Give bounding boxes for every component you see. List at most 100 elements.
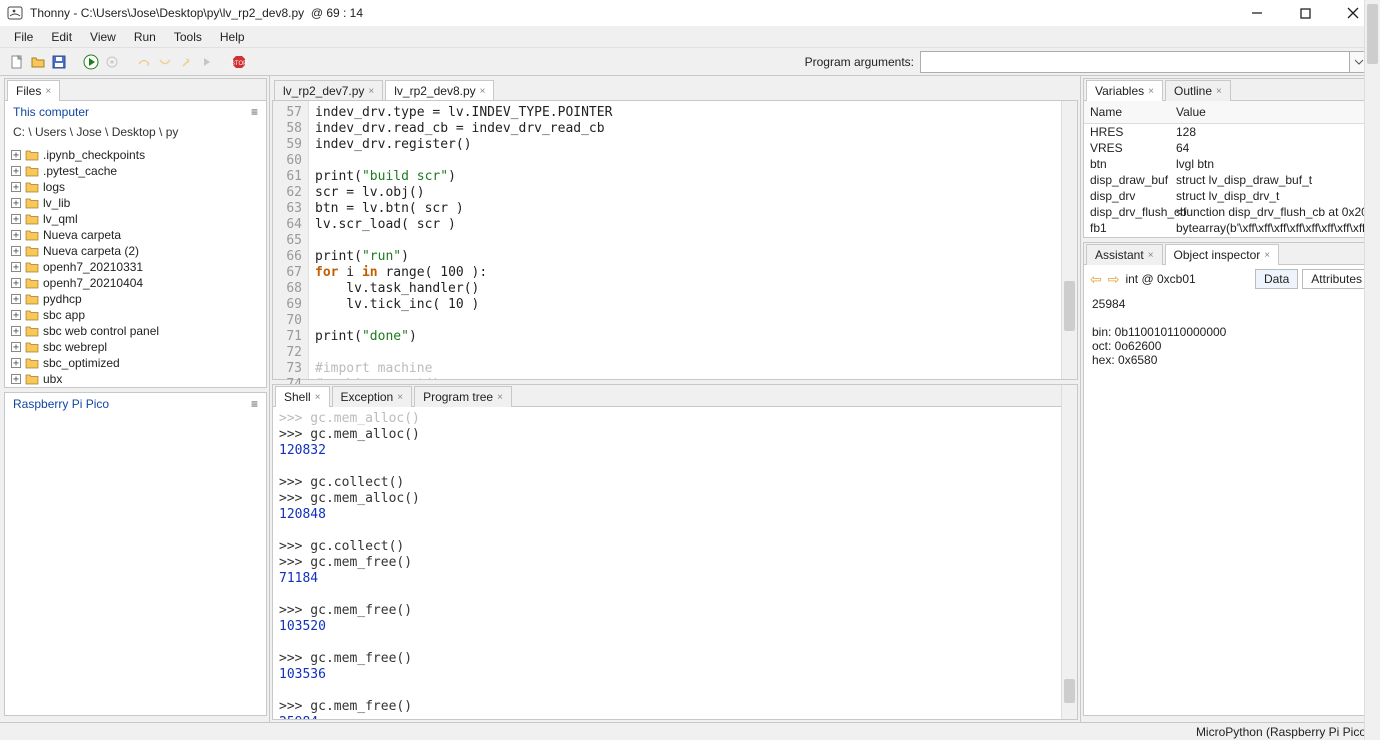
run-icon[interactable]	[82, 53, 100, 71]
menu-tools[interactable]: Tools	[166, 28, 210, 46]
shell-scrollbar[interactable]	[1061, 385, 1077, 719]
nav-back-icon[interactable]: ⇦	[1090, 271, 1102, 288]
shell-textarea[interactable]: >>> gc.mem_alloc()>>> gc.mem_alloc()1208…	[273, 407, 1077, 719]
close-icon[interactable]: ×	[397, 392, 403, 403]
maximize-button[interactable]	[1292, 4, 1318, 22]
tree-item[interactable]: +Nueva carpeta (2)	[11, 243, 262, 259]
tree-item[interactable]: +sbc_optimized	[11, 355, 262, 371]
editor-textarea[interactable]: indev_drv.type = lv.INDEV_TYPE.POINTERin…	[309, 101, 1077, 379]
right-tab[interactable]: Object inspector×	[1165, 244, 1280, 265]
variable-row[interactable]: btnlvgl btn	[1084, 156, 1377, 172]
inspector-subtab[interactable]: Attributes	[1302, 269, 1371, 289]
expand-icon[interactable]: +	[11, 230, 21, 240]
backend-label[interactable]: MicroPython (Raspberry Pi Pico)	[1196, 725, 1370, 739]
shell-tab[interactable]: Shell×	[275, 386, 330, 407]
step-over-icon[interactable]	[135, 53, 153, 71]
hamburger-icon[interactable]: ≡	[251, 105, 258, 119]
files-location-header[interactable]: This computer	[13, 105, 89, 119]
tree-item[interactable]: +.pytest_cache	[11, 163, 262, 179]
editor-scrollbar[interactable]	[1061, 101, 1077, 379]
expand-icon[interactable]: +	[11, 198, 21, 208]
close-icon[interactable]: ×	[45, 86, 51, 97]
close-icon[interactable]: ×	[1148, 250, 1154, 261]
variable-row[interactable]: VRES64	[1084, 140, 1377, 156]
editor-tab[interactable]: lv_rp2_dev8.py×	[385, 80, 494, 101]
expand-icon[interactable]: +	[11, 326, 21, 336]
variables-col-value[interactable]: Value	[1170, 101, 1377, 123]
tab-files[interactable]: Files×	[7, 80, 60, 101]
expand-icon[interactable]: +	[11, 246, 21, 256]
nav-forward-icon[interactable]: ⇨	[1108, 271, 1120, 288]
expand-icon[interactable]: +	[11, 278, 21, 288]
resume-icon[interactable]	[198, 53, 216, 71]
menu-run[interactable]: Run	[126, 28, 164, 46]
close-icon[interactable]: ×	[1216, 86, 1222, 97]
variable-row[interactable]: HRES128	[1084, 124, 1377, 140]
expand-icon[interactable]: +	[11, 294, 21, 304]
close-icon[interactable]: ×	[315, 392, 321, 403]
tree-item[interactable]: + Nueva carpeta	[11, 227, 262, 243]
hamburger-icon[interactable]: ≡	[251, 397, 258, 411]
variables-col-name[interactable]: Name	[1084, 101, 1170, 123]
expand-icon[interactable]: +	[11, 310, 21, 320]
device-label[interactable]: Raspberry Pi Pico	[13, 397, 109, 411]
menu-view[interactable]: View	[82, 28, 124, 46]
open-file-icon[interactable]	[29, 53, 47, 71]
tree-item[interactable]: +logs	[11, 179, 262, 195]
variable-row[interactable]: disp_drvstruct lv_disp_drv_t	[1084, 188, 1377, 204]
shell-tab[interactable]: Program tree×	[414, 386, 512, 407]
folder-icon	[25, 149, 39, 161]
editor-tab[interactable]: lv_rp2_dev7.py×	[274, 80, 383, 101]
variable-row[interactable]: fb1bytearray(b'\xff\xff\xff\xff\xff\xff\…	[1084, 220, 1377, 236]
tree-item[interactable]: +.ipynb_checkpoints	[11, 147, 262, 163]
stop-icon[interactable]: STOP	[230, 53, 248, 71]
tree-item[interactable]: +openh7_20210404	[11, 275, 262, 291]
menu-help[interactable]: Help	[212, 28, 253, 46]
step-into-icon[interactable]	[156, 53, 174, 71]
tree-item-label: Nueva carpeta	[43, 228, 121, 242]
variable-row[interactable]: disp_draw_bufstruct lv_disp_draw_buf_t	[1084, 172, 1377, 188]
step-out-icon[interactable]	[177, 53, 195, 71]
close-button[interactable]	[1340, 4, 1366, 22]
program-args-input[interactable]	[920, 51, 1350, 73]
status-bar: MicroPython (Raspberry Pi Pico)	[0, 722, 1380, 740]
menu-edit[interactable]: Edit	[43, 28, 80, 46]
right-tab[interactable]: Variables×	[1086, 80, 1163, 101]
menu-file[interactable]: File	[6, 28, 41, 46]
debug-icon[interactable]	[103, 53, 121, 71]
tree-item[interactable]: +pydhcp	[11, 291, 262, 307]
tree-item[interactable]: +ubx	[11, 371, 262, 387]
code-editor[interactable]: 575859606162636465666768697071727374 ind…	[272, 100, 1078, 380]
files-panel: Files× This computer ≡ C: \ Users \ Jose…	[4, 78, 267, 388]
close-icon[interactable]: ×	[1264, 250, 1270, 261]
close-icon[interactable]: ×	[497, 392, 503, 403]
save-icon[interactable]	[50, 53, 68, 71]
minimize-button[interactable]	[1244, 4, 1270, 22]
right-tab[interactable]: Assistant×	[1086, 244, 1163, 265]
close-icon[interactable]: ×	[1148, 86, 1154, 97]
expand-icon[interactable]: +	[11, 358, 21, 368]
expand-icon[interactable]: +	[11, 214, 21, 224]
files-breadcrumb[interactable]: C: \ Users \ Jose \ Desktop \ py	[5, 123, 266, 145]
app-logo-icon	[6, 4, 24, 22]
expand-icon[interactable]: +	[11, 166, 21, 176]
expand-icon[interactable]: +	[11, 182, 21, 192]
close-icon[interactable]: ×	[480, 86, 486, 97]
tree-item[interactable]: +lv_qml	[11, 211, 262, 227]
tree-item[interactable]: +sbc app	[11, 307, 262, 323]
inspector-subtab[interactable]: Data	[1255, 269, 1298, 289]
shell-tab[interactable]: Exception×	[332, 386, 413, 407]
tree-item[interactable]: +lv_lib	[11, 195, 262, 211]
new-file-icon[interactable]	[8, 53, 26, 71]
expand-icon[interactable]: +	[11, 374, 21, 384]
variable-row[interactable]: disp_drv_flush_cb<function disp_drv_flus…	[1084, 204, 1377, 220]
right-tab[interactable]: Outline×	[1165, 80, 1231, 101]
close-icon[interactable]: ×	[368, 86, 374, 97]
tree-item[interactable]: +sbc web control panel	[11, 323, 262, 339]
expand-icon[interactable]: +	[11, 342, 21, 352]
tree-item[interactable]: +sbc webrepl	[11, 339, 262, 355]
inspector-scrollbar[interactable]	[1364, 0, 1380, 740]
expand-icon[interactable]: +	[11, 150, 21, 160]
expand-icon[interactable]: +	[11, 262, 21, 272]
tree-item[interactable]: +openh7_20210331	[11, 259, 262, 275]
